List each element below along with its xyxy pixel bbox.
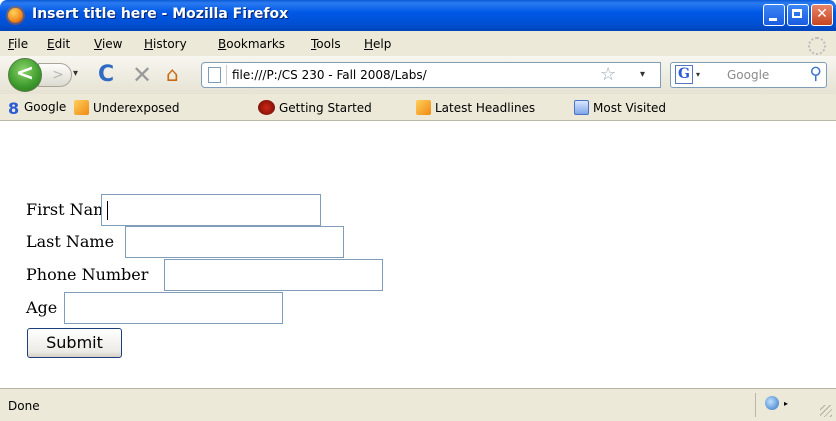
title-bar[interactable]: Insert title here - Mozilla Firefox ✕ bbox=[0, 0, 836, 31]
menu-bar: File Edit View History Bookmarks Tools H… bbox=[0, 31, 836, 56]
url-text[interactable]: file:///P:/CS 230 - Fall 2008/Labs/ bbox=[232, 68, 427, 82]
menu-bookmarks[interactable]: Bookmarks bbox=[218, 37, 285, 51]
history-dropdown-icon[interactable]: ▾ bbox=[73, 68, 78, 79]
age-label: Age bbox=[26, 298, 58, 317]
minimize-button[interactable] bbox=[763, 4, 785, 26]
firefox-icon bbox=[6, 6, 25, 25]
forward-arrow-icon: > bbox=[52, 67, 64, 83]
addon-status-icon[interactable] bbox=[765, 396, 779, 410]
search-placeholder[interactable]: Google bbox=[727, 68, 769, 82]
bookmark-underexposed[interactable]: Underexposed bbox=[74, 100, 180, 115]
rss-icon bbox=[416, 100, 431, 115]
back-button[interactable]: < bbox=[8, 58, 42, 92]
google-engine-icon[interactable]: G bbox=[675, 65, 693, 84]
phone-number-input[interactable] bbox=[164, 259, 383, 291]
menu-history[interactable]: History bbox=[144, 37, 187, 51]
resize-grip[interactable] bbox=[820, 405, 832, 417]
most-visited-icon bbox=[574, 100, 589, 115]
url-bar[interactable]: file:///P:/CS 230 - Fall 2008/Labs/ ☆ ▾ bbox=[201, 62, 661, 88]
page-icon bbox=[208, 67, 221, 83]
bookmark-label: Latest Headlines bbox=[435, 101, 536, 115]
status-separator bbox=[755, 393, 756, 417]
bookmark-latest-headlines[interactable]: Latest Headlines bbox=[416, 100, 535, 115]
maximize-button[interactable] bbox=[787, 4, 809, 26]
age-input[interactable] bbox=[64, 292, 283, 324]
last-name-label: Last Name bbox=[26, 232, 115, 251]
home-icon[interactable]: ⌂ bbox=[166, 62, 179, 86]
phone-number-label: Phone Number bbox=[26, 265, 149, 284]
addon-dropdown-icon[interactable]: ▸ bbox=[784, 399, 788, 408]
reload-icon[interactable]: C bbox=[98, 62, 114, 87]
window-title: Insert title here - Mozilla Firefox bbox=[32, 6, 289, 22]
search-icon[interactable]: ⚲ bbox=[810, 64, 822, 84]
close-button[interactable]: ✕ bbox=[811, 4, 833, 26]
url-divider bbox=[226, 65, 227, 85]
url-dropdown-icon[interactable]: ▾ bbox=[640, 69, 645, 80]
first-name-input[interactable] bbox=[101, 194, 321, 226]
rss-icon bbox=[74, 100, 89, 115]
google-icon: 8 bbox=[8, 99, 20, 118]
status-bar: Done ▸ bbox=[0, 388, 836, 421]
bookmark-label: Underexposed bbox=[93, 101, 180, 115]
menu-help[interactable]: Help bbox=[364, 37, 391, 51]
bookmark-label: Google bbox=[24, 100, 67, 114]
navigation-toolbar: > < ▾ C ✕ ⌂ file:///P:/CS 230 - Fall 200… bbox=[0, 56, 836, 94]
bookmark-label: Getting Started bbox=[279, 101, 372, 115]
menu-edit[interactable]: Edit bbox=[47, 37, 70, 51]
bookmark-most-visited[interactable]: Most Visited bbox=[574, 100, 666, 115]
engine-dropdown-icon[interactable]: ▾ bbox=[696, 70, 700, 79]
bookmark-star-icon[interactable]: ☆ bbox=[600, 64, 616, 85]
page-content: First Name Last Name Phone Number Age Su… bbox=[0, 122, 836, 388]
forward-button[interactable]: > bbox=[38, 63, 72, 87]
throbber-icon bbox=[808, 37, 826, 55]
submit-button[interactable]: Submit bbox=[27, 328, 122, 358]
search-box[interactable]: G ▾ Google ⚲ bbox=[670, 62, 827, 88]
text-cursor bbox=[107, 201, 108, 220]
back-arrow-icon: < bbox=[15, 61, 35, 86]
status-text: Done bbox=[8, 399, 40, 413]
menu-tools[interactable]: Tools bbox=[311, 37, 341, 51]
last-name-input[interactable] bbox=[125, 226, 344, 258]
menu-file[interactable]: File bbox=[8, 37, 28, 51]
menu-view[interactable]: View bbox=[94, 37, 122, 51]
getting-started-icon bbox=[258, 100, 275, 115]
stop-icon[interactable]: ✕ bbox=[132, 61, 152, 89]
bookmark-google[interactable]: 8 Google bbox=[8, 100, 66, 117]
bookmark-getting-started[interactable]: Getting Started bbox=[258, 100, 372, 115]
bookmarks-toolbar: 8 Google Underexposed Getting Started Lat… bbox=[0, 94, 836, 121]
bookmark-label: Most Visited bbox=[593, 101, 667, 115]
